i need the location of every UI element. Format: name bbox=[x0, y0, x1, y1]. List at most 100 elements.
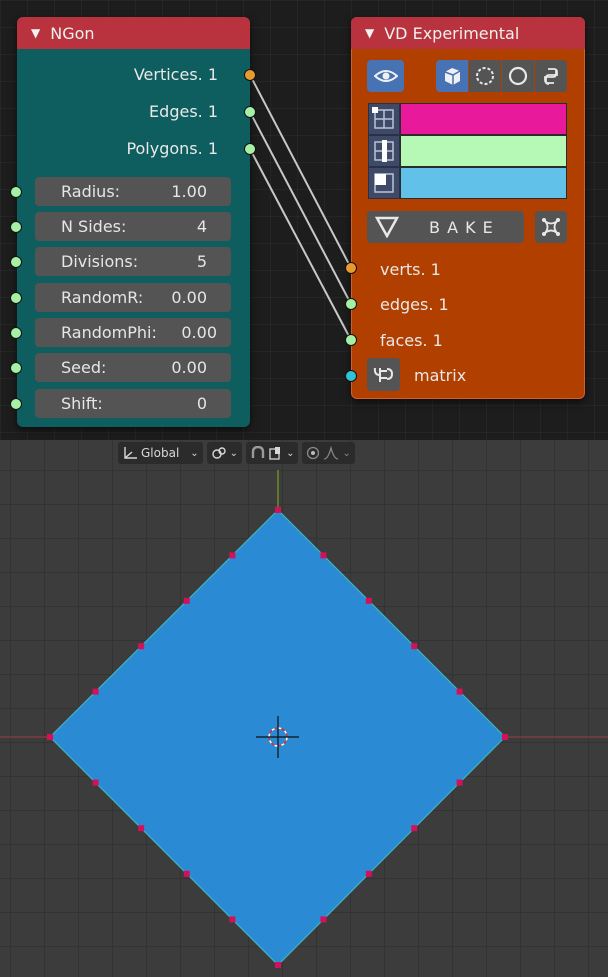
mesh-vertex[interactable] bbox=[92, 779, 99, 786]
n-sides-input-socket[interactable] bbox=[10, 221, 22, 233]
mesh-vertex[interactable] bbox=[456, 779, 463, 786]
plug-icon bbox=[373, 367, 393, 382]
bake-triangle-icon bbox=[375, 216, 399, 238]
display-faces-button[interactable] bbox=[502, 60, 534, 92]
chevron-down-icon: ⌄ bbox=[229, 447, 239, 459]
vertices-output-socket[interactable] bbox=[244, 69, 256, 81]
ngon-node-header[interactable]: ▼ NGon bbox=[17, 17, 250, 49]
radius-input-socket[interactable] bbox=[10, 186, 22, 198]
mesh-vertex[interactable] bbox=[47, 734, 53, 740]
mesh-vertex[interactable] bbox=[320, 916, 327, 923]
bake-button[interactable]: B A K E bbox=[367, 211, 524, 243]
viewport-toolbar: Global ⌄ ⌄ ⌄ ⌄ bbox=[118, 442, 355, 466]
transform-orientation-dropdown[interactable]: Global ⌄ bbox=[118, 442, 203, 464]
ngon-node-title: NGon bbox=[50, 23, 95, 43]
edges-output-socket[interactable] bbox=[244, 106, 256, 118]
output-edges-label: Edges. 1 bbox=[149, 102, 218, 121]
random-phi-field[interactable]: RandomPhi: 0.00 bbox=[35, 318, 231, 347]
mesh-vertex[interactable] bbox=[365, 597, 372, 604]
shift-label: Shift: bbox=[61, 394, 103, 413]
edge-select-icon bbox=[368, 135, 400, 167]
snap-toggle[interactable]: ⌄ bbox=[246, 442, 299, 464]
chevron-down-icon: ⌄ bbox=[286, 447, 295, 459]
cube-icon bbox=[444, 68, 461, 85]
seed-input-socket[interactable] bbox=[10, 362, 22, 374]
vd-experimental-node[interactable]: ▼ VD Experimental B A K E verts. 1 edges… bbox=[351, 17, 585, 399]
face-color-swatch[interactable] bbox=[400, 167, 567, 199]
vertex-color-swatch[interactable] bbox=[400, 103, 567, 135]
edges-input-socket[interactable] bbox=[345, 298, 357, 310]
chevron-down-icon: ⌄ bbox=[342, 447, 351, 459]
mesh-vertex[interactable] bbox=[275, 962, 281, 968]
mesh-vertex[interactable] bbox=[365, 870, 372, 877]
mesh-vertex[interactable] bbox=[92, 688, 99, 695]
shift-field[interactable]: Shift: 0 bbox=[35, 389, 231, 418]
edge-ring-icon bbox=[476, 67, 494, 85]
radius-label: Radius: bbox=[61, 182, 121, 201]
mesh-vertex[interactable] bbox=[411, 643, 418, 650]
mesh-icon bbox=[542, 218, 560, 236]
random-r-label: RandomR: bbox=[61, 288, 144, 307]
edge-color-row[interactable] bbox=[368, 135, 567, 167]
vertex-color-row[interactable] bbox=[368, 103, 567, 135]
mesh-vertex[interactable] bbox=[183, 597, 190, 604]
divisions-input-socket[interactable] bbox=[10, 256, 22, 268]
random-r-field[interactable]: RandomR: 0.00 bbox=[35, 283, 231, 312]
n-sides-field[interactable]: N Sides: 4 bbox=[35, 212, 231, 241]
vd-node-header[interactable]: ▼ VD Experimental bbox=[351, 17, 585, 49]
radius-field[interactable]: Radius: 1.00 bbox=[35, 177, 231, 206]
mesh-vertex[interactable] bbox=[138, 643, 145, 650]
display-verts-button[interactable] bbox=[436, 60, 468, 92]
ngon-node[interactable]: ▼ NGon Vertices. 1 Edges. 1 Polygons. 1 … bbox=[17, 17, 250, 427]
mesh-vertex[interactable] bbox=[138, 825, 145, 832]
3d-viewport[interactable] bbox=[0, 440, 608, 977]
vertex-select-icon bbox=[368, 103, 400, 135]
collapse-arrow-icon[interactable]: ▼ bbox=[365, 26, 374, 40]
input-faces-label: faces. 1 bbox=[380, 331, 443, 350]
falloff-curve-icon bbox=[324, 446, 339, 460]
mesh-vertex[interactable] bbox=[411, 825, 418, 832]
face-color-row[interactable] bbox=[368, 167, 567, 199]
input-verts-label: verts. 1 bbox=[380, 260, 441, 279]
transform-orientation-value: Global bbox=[141, 446, 180, 460]
shift-value: 0 bbox=[196, 394, 207, 413]
input-matrix-label: matrix bbox=[414, 366, 467, 385]
divisions-label: Divisions: bbox=[61, 252, 139, 271]
polygons-output-socket[interactable] bbox=[244, 143, 256, 155]
python-callback-button[interactable] bbox=[535, 60, 567, 92]
divisions-field[interactable]: Divisions: 5 bbox=[35, 247, 231, 276]
n-sides-value: 4 bbox=[196, 217, 207, 236]
random-phi-input-socket[interactable] bbox=[10, 327, 22, 339]
matrix-input-socket[interactable] bbox=[345, 370, 357, 382]
mesh-vertex[interactable] bbox=[502, 734, 508, 740]
seed-field[interactable]: Seed: 0.00 bbox=[35, 353, 231, 382]
edge-color-swatch[interactable] bbox=[400, 135, 567, 167]
collapse-arrow-icon[interactable]: ▼ bbox=[31, 26, 40, 40]
pivot-icon bbox=[211, 447, 226, 459]
orientation-axes-icon bbox=[124, 447, 137, 459]
random-r-value: 0.00 bbox=[171, 288, 207, 307]
random-phi-label: RandomPhi: bbox=[61, 323, 157, 342]
mesh-vertex[interactable] bbox=[229, 552, 236, 559]
radius-value: 1.00 bbox=[171, 182, 207, 201]
bake-options-button[interactable] bbox=[535, 211, 567, 243]
proportional-editing-toggle[interactable]: ⌄ bbox=[302, 442, 355, 464]
output-polygons-label: Polygons. 1 bbox=[126, 139, 218, 158]
random-r-input-socket[interactable] bbox=[10, 292, 22, 304]
node-editor[interactable]: ▼ NGon Vertices. 1 Edges. 1 Polygons. 1 … bbox=[0, 0, 608, 440]
mesh-vertex[interactable] bbox=[229, 916, 236, 923]
shift-input-socket[interactable] bbox=[10, 398, 22, 410]
mesh-vertex[interactable] bbox=[275, 507, 281, 513]
mesh-vertex[interactable] bbox=[456, 688, 463, 695]
matrix-socket-button[interactable] bbox=[367, 358, 400, 391]
face-select-icon bbox=[368, 167, 400, 199]
mesh-vertex[interactable] bbox=[183, 870, 190, 877]
mesh-vertex[interactable] bbox=[320, 552, 327, 559]
display-edges-button[interactable] bbox=[469, 60, 501, 92]
faces-input-socket[interactable] bbox=[345, 334, 357, 346]
chevron-down-icon: ⌄ bbox=[190, 447, 199, 459]
verts-input-socket[interactable] bbox=[345, 262, 357, 274]
viewport-scene bbox=[0, 470, 608, 968]
show-toggle-button[interactable] bbox=[367, 60, 404, 92]
pivot-point-dropdown[interactable]: ⌄ bbox=[206, 442, 243, 464]
